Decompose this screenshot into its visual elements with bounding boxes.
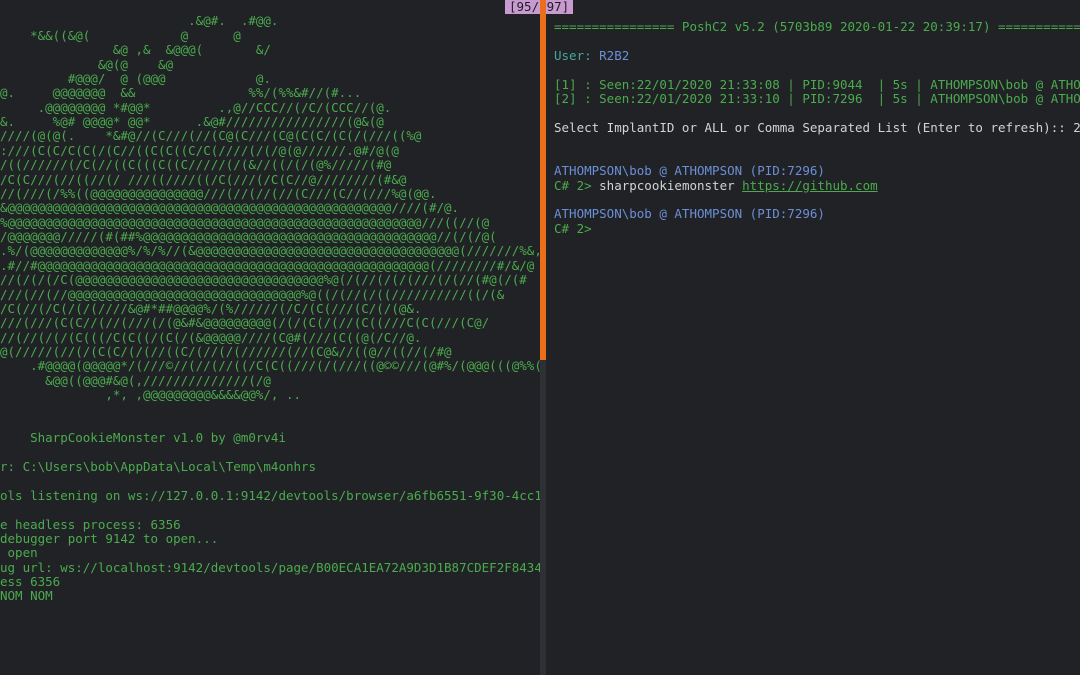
cookie-monster-ascii-art: .&@#. .#@@. *&&((&@( @ @ &@ ,& &@@@( &/ … [0,14,534,402]
right-terminal-pane[interactable]: ================ PoshC2 v5.2 (5703b89 20… [546,0,1080,675]
tool-title: SharpCookieMonster v1.0 by @m0rv4i [0,430,286,445]
banner-line: ================ PoshC2 v5.2 (5703b89 20… [554,19,1080,34]
implant-select-prompt[interactable]: Select ImplantID or ALL or Comma Separat… [554,120,1080,135]
output-line: ols listening on ws://127.0.0.1:9142/dev… [0,488,540,503]
output-line: NOM NOM [0,588,53,603]
tmux-pane-divider[interactable] [540,0,546,675]
output-line: e headless process: 6356 [0,517,181,532]
output-line: debugger port 9142 to open... [0,531,218,546]
user-value: R2B2 [599,48,629,63]
github-link[interactable]: https://github.com [742,178,877,193]
active-pane-indicator [540,0,546,360]
output-line: ug url: ws://localhost:9142/devtools/pag… [0,560,540,575]
session-host: ATHOMPSON\bob @ ATHOMPSON (PID:7296) [554,163,825,178]
split-terminal: .&@#. .#@@. *&&((&@( @ @ &@ ,& &@@@( &/ … [0,0,1080,675]
output-line: open [0,545,38,560]
user-label: User: [554,48,599,63]
left-terminal-pane[interactable]: .&@#. .#@@. *&&((&@( @ @ &@ ,& &@@@( &/ … [0,0,540,675]
tool-title-line: SharpCookieMonster v1.0 by @m0rv4i r: C:… [0,417,534,604]
session-prompt-prefix: C# 2> [554,178,599,193]
session-prompt[interactable]: C# 2> [554,221,592,236]
implant-row: [1] : Seen:22/01/2020 21:33:08 | PID:904… [554,77,1080,92]
implant-row: [2] : Seen:22/01/2020 21:33:10 | PID:729… [554,91,1080,106]
session-host: ATHOMPSON\bob @ ATHOMPSON (PID:7296) [554,206,825,221]
output-line: ess 6356 [0,574,60,589]
output-line: r: C:\Users\bob\AppData\Local\Temp\m4onh… [0,459,316,474]
poshc2-output: ================ PoshC2 v5.2 (5703b89 20… [554,20,1080,236]
session-command[interactable]: sharpcookiemonster [599,178,742,193]
